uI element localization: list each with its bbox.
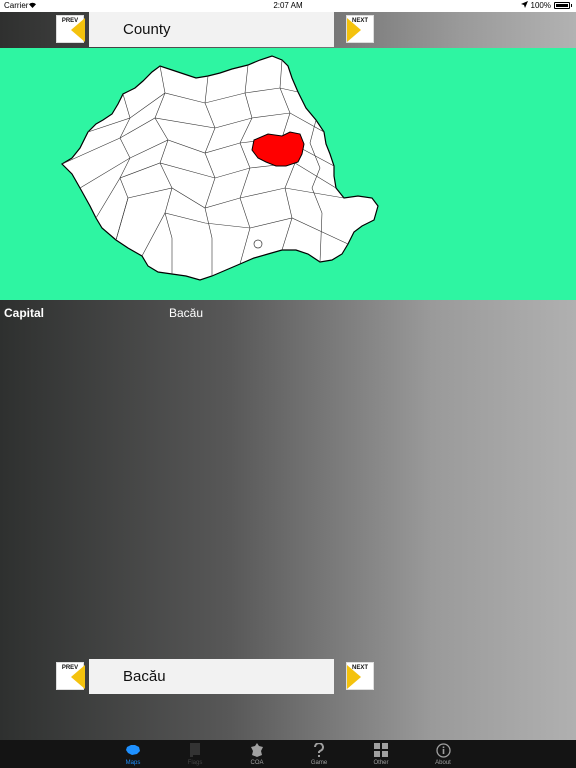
chevron-right-icon <box>347 18 361 42</box>
clock: 2:07 AM <box>273 1 303 10</box>
page-title-text: County <box>123 21 171 38</box>
battery-icon <box>554 2 570 9</box>
map-icon <box>102 742 164 758</box>
tab-maps[interactable]: Maps <box>102 740 164 768</box>
flag-icon <box>164 742 226 758</box>
header-band: PREV County NEXT <box>0 12 576 48</box>
capital-value: Bacău <box>169 306 204 320</box>
location-icon <box>520 1 528 10</box>
country-outline <box>61 55 379 281</box>
tab-game-label: Game <box>310 760 328 766</box>
tab-flags-label: Flags <box>187 760 203 766</box>
tab-maps-label: Maps <box>125 760 141 766</box>
status-bar: Carrier 2:07 AM 100% <box>0 0 576 12</box>
coat-of-arms-icon <box>226 742 288 758</box>
capital-label: Capital <box>4 306 45 320</box>
tab-coa[interactable]: COA <box>226 740 288 768</box>
tab-about[interactable]: About <box>412 740 474 768</box>
current-county-box: Bacău <box>89 659 334 694</box>
current-county-text: Bacău <box>123 668 166 685</box>
map-area[interactable] <box>0 48 576 300</box>
battery-percent: 100% <box>530 1 551 10</box>
tab-bar: Maps Flags COA Game Other About <box>0 740 576 768</box>
footer-next-button[interactable]: NEXT <box>346 662 374 690</box>
status-right: 100% <box>520 1 572 10</box>
prev-button[interactable]: PREV <box>56 15 85 43</box>
tab-other[interactable]: Other <box>350 740 412 768</box>
next-button[interactable]: NEXT <box>346 15 374 43</box>
grid-icon <box>350 742 412 758</box>
info-icon <box>412 742 474 758</box>
question-icon <box>288 742 350 758</box>
chevron-left-icon <box>71 18 85 42</box>
county-map[interactable] <box>0 48 576 300</box>
chevron-right-icon <box>347 665 361 689</box>
tab-other-label: Other <box>373 760 389 766</box>
battery-tip <box>571 4 572 7</box>
tab-about-label: About <box>435 760 451 766</box>
chevron-left-icon <box>71 665 85 689</box>
tab-coa-label: COA <box>250 760 264 766</box>
tab-game[interactable]: Game <box>288 740 350 768</box>
page-title: County <box>89 12 334 47</box>
footer-prev-button[interactable]: PREV <box>56 662 85 690</box>
tab-flags[interactable]: Flags <box>164 740 226 768</box>
